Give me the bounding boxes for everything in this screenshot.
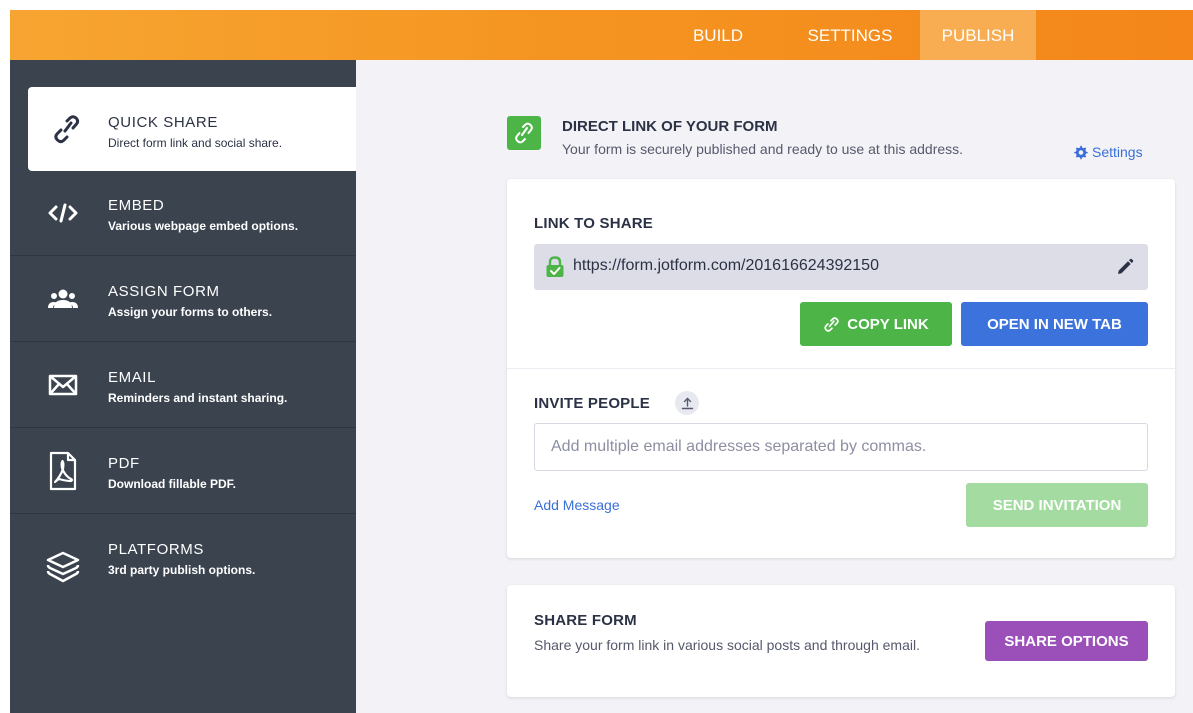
link-badge-icon <box>507 116 541 150</box>
copy-link-label: COPY LINK <box>847 315 929 333</box>
app-frame: BUILD SETTINGS PUBLISH QUICK SHARE Direc… <box>10 10 1193 713</box>
sidebar-item-title: PDF <box>108 455 140 472</box>
open-new-tab-button[interactable]: OPEN IN NEW TAB <box>961 302 1148 346</box>
tab-build[interactable]: BUILD <box>678 10 758 60</box>
code-icon <box>48 198 78 228</box>
sidebar-item-title: ASSIGN FORM <box>108 283 220 300</box>
sidebar-item-desc: Various webpage embed options. <box>108 219 299 233</box>
sidebar-item-platforms[interactable]: PLATFORMS 3rd party publish options. <box>10 515 356 600</box>
share-form-title: SHARE FORM <box>534 612 637 629</box>
users-icon <box>48 284 78 314</box>
settings-link-label: Settings <box>1092 144 1143 160</box>
sidebar-item-pdf[interactable]: PDF Download fillable PDF. <box>10 429 356 514</box>
top-nav-bar: BUILD SETTINGS PUBLISH <box>10 10 1193 60</box>
upload-icon[interactable] <box>675 391 699 415</box>
sidebar-item-desc: Assign your forms to others. <box>108 305 273 319</box>
sidebar-item-desc: Direct form link and social share. <box>108 136 283 150</box>
form-url-field[interactable]: https://form.jotform.com/201616624392150 <box>534 244 1148 290</box>
sidebar-item-email[interactable]: EMAIL Reminders and instant sharing. <box>10 343 356 428</box>
share-form-subtitle: Share your form link in various social p… <box>534 637 920 653</box>
gear-icon <box>1074 145 1088 159</box>
link-to-share-label: LINK TO SHARE <box>534 215 653 232</box>
copy-link-button[interactable]: COPY LINK <box>800 302 952 346</box>
invite-email-input[interactable] <box>534 423 1148 471</box>
envelope-icon <box>48 370 78 400</box>
send-invitation-button[interactable]: SEND INVITATION <box>966 483 1148 527</box>
add-message-link[interactable]: Add Message <box>534 497 620 513</box>
pdf-icon <box>48 451 78 491</box>
tab-settings[interactable]: SETTINGS <box>790 10 910 60</box>
sidebar-item-desc: 3rd party publish options. <box>108 563 256 577</box>
sidebar-item-title: EMAIL <box>108 369 157 386</box>
layers-icon <box>46 550 80 584</box>
link-icon <box>824 316 839 332</box>
share-options-button[interactable]: SHARE OPTIONS <box>985 621 1148 661</box>
link-icon <box>52 114 82 144</box>
sidebar-item-desc: Download fillable PDF. <box>108 477 237 491</box>
form-url-text: https://form.jotform.com/201616624392150 <box>573 257 879 274</box>
sidebar-item-quick-share[interactable]: QUICK SHARE Direct form link and social … <box>28 87 356 171</box>
direct-link-title: DIRECT LINK OF YOUR FORM <box>562 118 778 135</box>
settings-link[interactable]: Settings <box>1073 144 1143 160</box>
direct-link-subtitle: Your form is securely published and read… <box>562 141 964 157</box>
sidebar-item-title: QUICK SHARE <box>108 114 218 131</box>
lock-icon <box>546 256 564 277</box>
pencil-icon[interactable] <box>1116 258 1134 276</box>
sidebar-item-embed[interactable]: EMBED Various webpage embed options. <box>10 171 356 256</box>
card-divider <box>507 368 1175 369</box>
link-share-card: LINK TO SHARE https://form.jotform.com/2… <box>507 179 1175 558</box>
tab-publish[interactable]: PUBLISH <box>920 10 1036 60</box>
sidebar-item-desc: Reminders and instant sharing. <box>108 391 288 405</box>
sidebar-item-title: EMBED <box>108 197 165 214</box>
invite-people-label: INVITE PEOPLE <box>534 395 650 412</box>
sidebar-item-assign-form[interactable]: ASSIGN FORM Assign your forms to others. <box>10 257 356 342</box>
share-form-card: SHARE FORM Share your form link in vario… <box>507 585 1175 697</box>
sidebar-item-title: PLATFORMS <box>108 541 204 558</box>
